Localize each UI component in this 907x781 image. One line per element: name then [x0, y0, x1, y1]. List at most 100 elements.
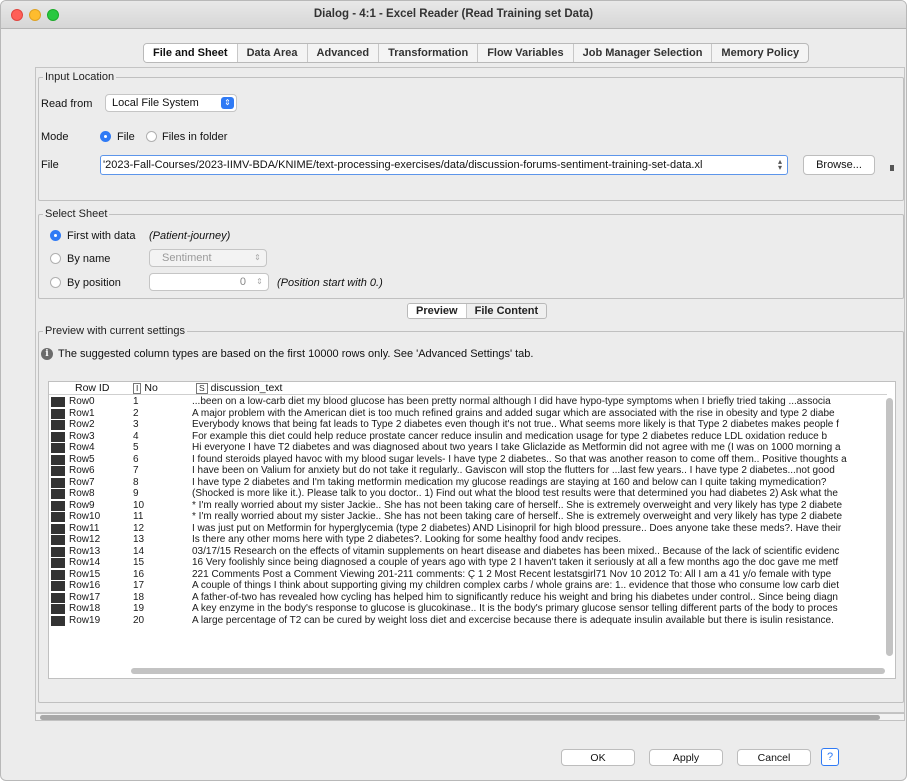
- row-id-cell: Row10: [69, 511, 101, 522]
- by-name-label[interactable]: By name: [67, 253, 110, 265]
- row-id-cell: Row1: [69, 407, 95, 419]
- table-row[interactable]: Row3 4 For example this diet could help re…: [49, 431, 887, 443]
- cancel-button[interactable]: Cancel: [737, 749, 811, 766]
- preview-table: Row ID I No Sdiscussion_text Row0 1 ...been…: [48, 381, 896, 679]
- row-marker: [51, 535, 65, 545]
- table-row[interactable]: Row18 19 A key enzyme in the body's respon…: [49, 603, 887, 615]
- table-row[interactable]: Row7 8 I have type 2 diabetes and I'm taki…: [49, 477, 887, 489]
- table-row[interactable]: Row19 20 A large percentage of T2 can be c…: [49, 615, 887, 627]
- browse-button[interactable]: Browse...: [803, 155, 875, 175]
- sheet-name-select[interactable]: Sentiment ⇕: [149, 249, 267, 267]
- mode-file-radio[interactable]: [100, 131, 111, 142]
- table-row[interactable]: Row2 3 Everybody knows that being fat lead…: [49, 419, 887, 431]
- table-row[interactable]: Row13 14 03/17/15 Research on the effects …: [49, 546, 887, 558]
- preview-info-text: The suggested column types are based on …: [58, 348, 534, 360]
- row-id-cell: Row14: [69, 557, 101, 568]
- dialog-horizontal-scrollbar[interactable]: [35, 713, 905, 721]
- tab-flow-variables[interactable]: Flow Variables: [478, 44, 574, 62]
- row-marker: [51, 569, 65, 580]
- by-position-radio[interactable]: [50, 277, 61, 288]
- position-spinner[interactable]: 0 ⇕: [149, 273, 269, 291]
- no-cell: 4: [133, 430, 139, 442]
- no-cell: 3: [133, 419, 139, 430]
- no-cell: 11: [133, 511, 144, 522]
- row-id-cell: Row19: [69, 614, 101, 626]
- tab-data-area[interactable]: Data Area: [238, 44, 308, 62]
- no-cell: 8: [133, 476, 139, 488]
- by-position-label[interactable]: By position: [67, 277, 121, 289]
- read-from-label: Read from: [41, 98, 93, 110]
- chevron-updown-icon: ▴ ▾: [775, 158, 785, 172]
- row-marker: [51, 477, 65, 488]
- table-row[interactable]: Row12 13 Is there any other moms here with…: [49, 534, 887, 546]
- table-row[interactable]: Row0 1 ...been on a low-carb diet my blood…: [49, 396, 887, 408]
- row-marker: [51, 489, 65, 499]
- row-marker: [51, 420, 65, 430]
- row-marker: [51, 466, 65, 476]
- row-id-cell: Row15: [69, 568, 101, 580]
- no-cell: 15: [133, 557, 145, 568]
- table-row[interactable]: Row14 15 16 Very foolishly since being dia…: [49, 557, 887, 569]
- discussion-text-cell: Everybody knows that being fat leads to …: [192, 419, 839, 430]
- vertical-scrollbar[interactable]: [886, 398, 893, 656]
- table-row[interactable]: Row1 2 A major problem with the American d…: [49, 408, 887, 420]
- no-cell: 7: [133, 465, 139, 476]
- no-cell: 5: [133, 442, 139, 453]
- table-row[interactable]: Row16 17 A couple of things I think about …: [49, 580, 887, 592]
- mode-folder-label[interactable]: Files in folder: [162, 131, 227, 143]
- row-marker: [51, 546, 65, 557]
- no-cell: 17: [133, 580, 145, 591]
- row-id-cell: Row5: [69, 453, 95, 465]
- table-header: Row ID I No Sdiscussion_text: [49, 382, 887, 395]
- row-marker: [51, 581, 65, 591]
- tab-preview[interactable]: Preview: [408, 304, 467, 318]
- row-id-cell: Row3: [69, 430, 95, 442]
- mode-file-label[interactable]: File: [117, 131, 135, 143]
- discussion-text-cell: Is there any other moms here with type 2…: [192, 534, 622, 545]
- read-from-value: Local File System: [112, 97, 199, 109]
- file-path-input[interactable]: '2023-Fall-Courses/2023-IIMV-BDA/KNIME/t…: [100, 155, 788, 175]
- apply-button[interactable]: Apply: [649, 749, 723, 766]
- table-row[interactable]: Row5 6 I found steroids played havoc with …: [49, 454, 887, 466]
- table-row[interactable]: Row11 12 I was just put on Metformin for h…: [49, 523, 887, 535]
- tab-memory-policy[interactable]: Memory Policy: [712, 44, 808, 62]
- table-row[interactable]: Row8 9 (Shocked is more like it.). Please …: [49, 488, 887, 500]
- tab-job-manager-selection[interactable]: Job Manager Selection: [574, 44, 713, 62]
- table-row[interactable]: Row6 7 I have been on Valium for anxiety b…: [49, 465, 887, 477]
- column-header-discussion-text[interactable]: Sdiscussion_text: [196, 382, 282, 395]
- column-header-row-id[interactable]: Row ID: [75, 382, 109, 395]
- file-label: File: [41, 159, 59, 171]
- ok-button[interactable]: OK: [561, 749, 635, 766]
- first-with-data-radio[interactable]: [50, 230, 61, 241]
- column-no-label: No: [144, 382, 158, 394]
- table-row[interactable]: Row15 16 221 Comments Post a Comment Viewi…: [49, 569, 887, 581]
- tab-file-and-sheet[interactable]: File and Sheet: [144, 44, 238, 62]
- discussion-text-cell: A large percentage of T2 can be cured by…: [192, 614, 834, 626]
- scrollbar-thumb[interactable]: [40, 715, 880, 720]
- no-cell: 6: [133, 453, 139, 465]
- first-with-data-label[interactable]: First with data: [67, 230, 135, 242]
- preview-group-label: Preview with current settings: [43, 325, 187, 337]
- overflow-handle: [890, 165, 894, 171]
- read-from-select[interactable]: Local File System ⇕: [105, 94, 237, 112]
- mode-folder-radio[interactable]: [146, 131, 157, 142]
- table-row[interactable]: Row4 5 Hi everyone I have T2 diabetes and …: [49, 442, 887, 454]
- tab-file-content[interactable]: File Content: [467, 304, 547, 318]
- by-name-radio[interactable]: [50, 253, 61, 264]
- no-cell: 9: [133, 488, 139, 499]
- table-row[interactable]: Row17 18 A father-of-two has revealed how …: [49, 592, 887, 604]
- help-button[interactable]: ?: [821, 748, 839, 766]
- tab-transformation[interactable]: Transformation: [379, 44, 479, 62]
- table-row[interactable]: Row9 10 * I'm really worried about my sist…: [49, 500, 887, 512]
- horizontal-scrollbar[interactable]: [131, 668, 885, 674]
- row-id-cell: Row7: [69, 476, 95, 488]
- row-marker: [51, 454, 65, 465]
- select-sheet-label: Select Sheet: [43, 208, 110, 220]
- table-row[interactable]: Row10 11 * I'm really worried about my sis…: [49, 511, 887, 523]
- column-header-no[interactable]: I No: [133, 382, 158, 395]
- row-id-cell: Row16: [69, 580, 101, 591]
- tab-advanced[interactable]: Advanced: [308, 44, 380, 62]
- discussion-text-cell: * I'm really worried about my sister Jac…: [192, 499, 843, 511]
- row-marker: [51, 500, 65, 511]
- row-marker: [51, 523, 65, 534]
